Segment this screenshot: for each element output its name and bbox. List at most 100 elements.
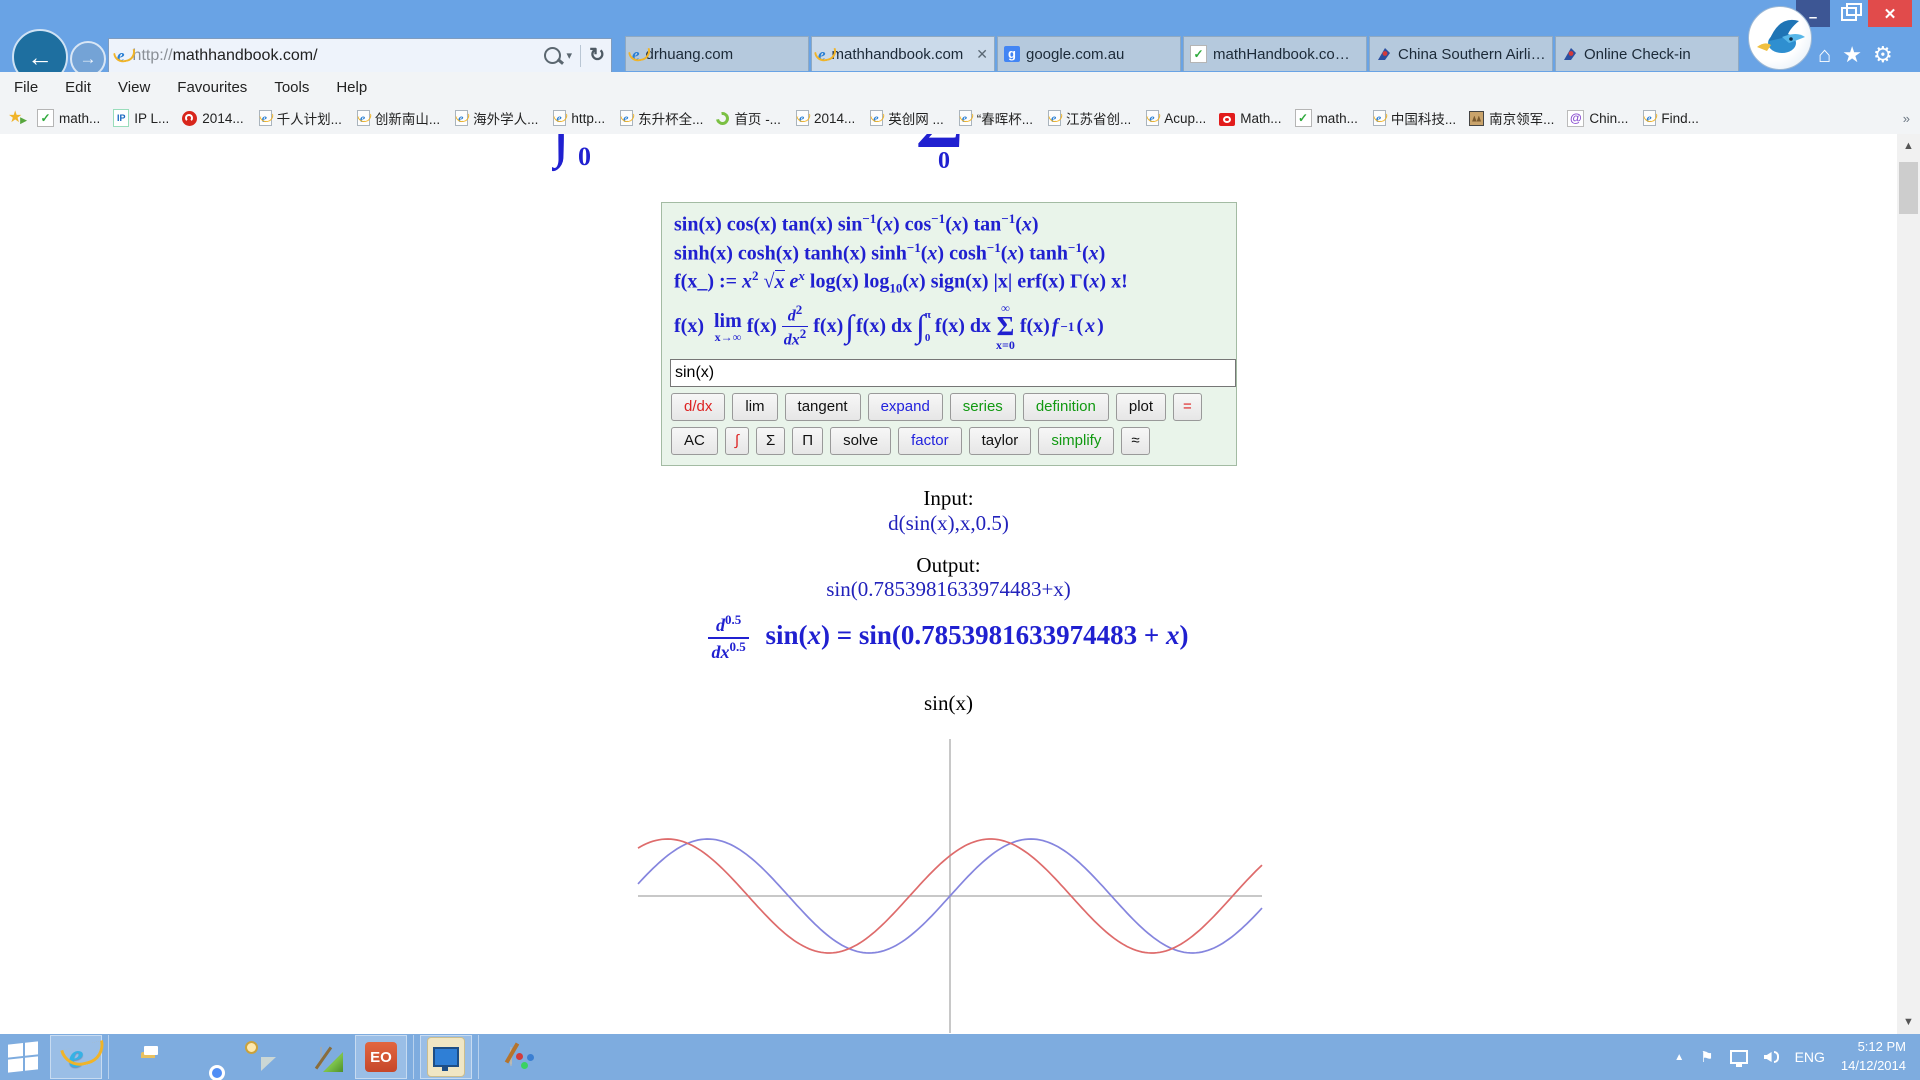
start-button[interactable]: [0, 1034, 46, 1080]
tab-close-icon[interactable]: ✕: [976, 46, 988, 63]
equals-button[interactable]: =: [1173, 393, 1202, 421]
swoosh-icon: [716, 111, 729, 125]
scrollbar-up-arrow[interactable]: ▲: [1897, 134, 1920, 158]
tab-google-com-au[interactable]: g google.com.au: [997, 36, 1181, 71]
product-button[interactable]: Π: [792, 427, 823, 455]
favorite-item[interactable]: e2014...: [794, 110, 855, 126]
search-dropdown-icon[interactable]: ▾: [567, 49, 573, 62]
favorite-item[interactable]: e中国科技...: [1371, 108, 1456, 128]
close-button[interactable]: ✕: [1868, 0, 1912, 27]
scrollbar-down-arrow[interactable]: ▼: [1897, 1010, 1920, 1034]
definition-button[interactable]: definition: [1023, 393, 1109, 421]
sum-fragment: Σ 0: [916, 134, 996, 182]
favorite-item[interactable]: 首页 -...: [716, 108, 781, 128]
plot-button[interactable]: plot: [1116, 393, 1166, 421]
taskbar-icon-powerpoint[interactable]: EO: [355, 1035, 407, 1079]
airline-icon: [1562, 46, 1578, 62]
taskbar-icon-paint[interactable]: [485, 1035, 537, 1079]
menu-item-edit[interactable]: Edit: [65, 79, 91, 96]
tab-drhuang-com[interactable]: edrhuang.com: [625, 36, 809, 71]
add-favorite-star-icon[interactable]: ★▶: [8, 110, 24, 126]
favorite-item[interactable]: e海外学人...: [453, 108, 538, 128]
favorite-item[interactable]: @Chin...: [1567, 110, 1628, 127]
volume-icon[interactable]: [1764, 1051, 1779, 1063]
tangent-button[interactable]: tangent: [785, 393, 861, 421]
tab-mathhandbook-com-[interactable]: ✓mathHandbook.com -...: [1183, 36, 1367, 71]
action-center-flag-icon[interactable]: ⚑: [1700, 1048, 1713, 1066]
taskbar-icon-outlook[interactable]: [235, 1035, 287, 1079]
favorite-item[interactable]: ✓math...: [1295, 109, 1358, 127]
favorite-item[interactable]: eAcup...: [1144, 110, 1206, 126]
favorite-item[interactable]: e“春晖杯...: [957, 108, 1033, 128]
address-bar[interactable]: e http://mathhandbook.com/ ▾ ↻: [108, 38, 612, 73]
back-arrow-icon: ←: [27, 42, 53, 73]
favorite-item[interactable]: eFind...: [1641, 110, 1699, 126]
clock[interactable]: 5:12 PM 14/12/2014: [1841, 1038, 1906, 1076]
series-button[interactable]: series: [950, 393, 1016, 421]
language-indicator[interactable]: ENG: [1795, 1049, 1825, 1065]
favorite-item[interactable]: IPIP L...: [113, 109, 169, 127]
bird-icon: [1749, 7, 1811, 69]
solve-button[interactable]: solve: [830, 427, 891, 455]
taskbar-icon-chrome[interactable]: [175, 1035, 227, 1079]
favorite-item[interactable]: Math...: [1219, 111, 1281, 126]
tab-label: google.com.au: [1026, 46, 1174, 63]
ddx-button[interactable]: d/dx: [671, 393, 725, 421]
favorite-label: “春晖杯...: [977, 108, 1033, 128]
tab-china-southern-airline-[interactable]: China Southern Airline...: [1369, 36, 1553, 71]
favorite-item[interactable]: e千人计划...: [257, 108, 342, 128]
menu-item-view[interactable]: View: [118, 79, 150, 96]
bird-logo[interactable]: [1748, 6, 1812, 70]
favorite-item[interactable]: e东升杯全...: [618, 108, 703, 128]
approx-button[interactable]: ≈: [1121, 427, 1149, 455]
desktop: – ✕ ← → e http://mathhandbook.com/ ▾ ↻ e…: [0, 0, 1920, 1080]
favorites-overflow-chevron-icon[interactable]: »: [1903, 111, 1920, 126]
sum-button[interactable]: Σ: [756, 427, 785, 455]
lim-button[interactable]: lim: [732, 393, 777, 421]
favorite-item[interactable]: 2014...: [182, 110, 243, 126]
expand-button[interactable]: expand: [868, 393, 943, 421]
menu-item-help[interactable]: Help: [336, 79, 367, 96]
output-label: Output:: [0, 553, 1897, 578]
favorite-item[interactable]: e江苏省创...: [1046, 108, 1131, 128]
favorite-item[interactable]: ✓math...: [37, 109, 100, 127]
taskbar-icon-file-explorer[interactable]: [115, 1035, 167, 1079]
tab-mathhandbook-com[interactable]: emathhandbook.com✕: [811, 36, 995, 71]
expression-input[interactable]: [670, 359, 1236, 387]
tab-online-check-in[interactable]: Online Check-in: [1555, 36, 1739, 71]
menu-item-file[interactable]: File: [14, 79, 38, 96]
scrollbar-thumb[interactable]: [1899, 162, 1918, 214]
tray-expand-icon[interactable]: ▲: [1674, 1052, 1684, 1063]
integral-button[interactable]: ∫: [725, 427, 749, 455]
iedoc-icon: e: [1144, 110, 1159, 126]
iedoc-icon: e: [453, 110, 468, 126]
restore-button[interactable]: [1832, 0, 1866, 27]
network-icon[interactable]: [1730, 1050, 1748, 1064]
favorite-item[interactable]: ehttp...: [551, 110, 605, 126]
favorite-item[interactable]: e创新南山...: [355, 108, 440, 128]
simplify-button[interactable]: simplify: [1038, 427, 1114, 455]
search-icon[interactable]: [544, 47, 561, 64]
taskbar-icon-editplus[interactable]: [295, 1035, 347, 1079]
math-panel: sin(x) cos(x) tan(x) sin−1(x) cos−1(x) t…: [661, 202, 1237, 466]
factor-button[interactable]: factor: [898, 427, 962, 455]
ac-button[interactable]: AC: [671, 427, 718, 455]
favorite-label: Math...: [1240, 111, 1281, 126]
taskbar-icon-internet-explorer[interactable]: e: [50, 1035, 102, 1079]
favorite-item[interactable]: e英创网 ...: [868, 108, 944, 128]
taylor-button[interactable]: taylor: [969, 427, 1032, 455]
integral-fragment: ∫ 0: [552, 134, 622, 178]
favorite-label: 2014...: [814, 111, 855, 126]
google-icon: g: [1004, 46, 1020, 62]
tab-strip: edrhuang.comemathhandbook.com✕ g google.co…: [625, 36, 1741, 72]
menu-item-tools[interactable]: Tools: [274, 79, 309, 96]
refresh-icon[interactable]: ↻: [589, 44, 605, 67]
taskbar-icon-remote-desktop[interactable]: [420, 1035, 472, 1079]
favorites-star-icon[interactable]: ★: [1842, 42, 1862, 68]
ie-icon: e: [117, 47, 125, 64]
favorite-label: Find...: [1661, 111, 1699, 126]
home-icon[interactable]: ⌂: [1818, 42, 1831, 68]
gear-icon[interactable]: ⚙: [1873, 42, 1893, 68]
menu-item-favourites[interactable]: Favourites: [177, 79, 247, 96]
favorite-item[interactable]: 南京领军...: [1469, 108, 1554, 128]
